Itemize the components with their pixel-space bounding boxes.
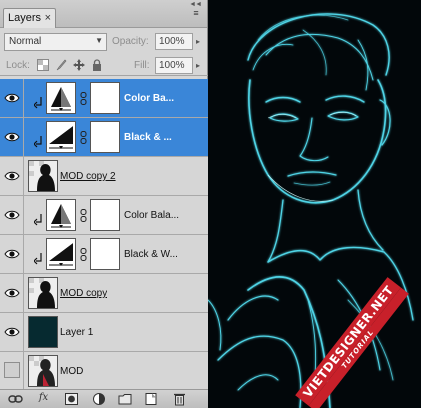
portrait-thumbnail: [28, 355, 58, 387]
opacity-dropdown-icon[interactable]: ▸: [196, 37, 200, 46]
layer-mask-thumbnail: [90, 82, 120, 114]
visibility-slot[interactable]: [0, 196, 24, 234]
color-balance-thumbnail: [46, 82, 76, 114]
layer-name[interactable]: MOD copy 2: [60, 171, 116, 182]
black-white-thumbnail: [46, 238, 76, 270]
mask-link-icon[interactable]: [80, 131, 87, 144]
fill-field[interactable]: 100%: [155, 57, 193, 74]
clipping-arrow-icon: [34, 136, 42, 148]
lock-label: Lock:: [6, 60, 30, 71]
visibility-slot[interactable]: [0, 235, 24, 273]
layer-mask-thumbnail: [90, 199, 120, 231]
layer-name[interactable]: Black & ...: [124, 132, 204, 143]
layer-row[interactable]: Black & W...: [0, 235, 208, 274]
opacity-label: Opacity:: [112, 36, 149, 47]
fx-icon[interactable]: fx: [36, 392, 51, 406]
layer-name[interactable]: MOD copy: [60, 288, 107, 299]
clipping-arrow-icon: [34, 97, 42, 109]
document-canvas: VIETDESIGNER.NET TUTORIAL: [208, 0, 421, 408]
clipping-arrow-icon: [34, 253, 42, 265]
lock-pixels-brush-icon[interactable]: [55, 59, 67, 71]
trash-icon[interactable]: [172, 392, 187, 406]
solid-fill-thumbnail: [28, 316, 58, 348]
blend-options-row: Normal ▼ Opacity: 100% ▸: [0, 30, 208, 52]
fill-value: 100%: [159, 60, 185, 71]
layer-name[interactable]: MOD: [60, 366, 83, 377]
tab-layers[interactable]: Layers ×: [3, 8, 56, 28]
opacity-field[interactable]: 100%: [155, 33, 193, 50]
layers-panel: ◄◄ Layers × ≡ Normal ▼ Opacity: 100% ▸ L…: [0, 0, 208, 408]
visibility-off-box[interactable]: [4, 362, 20, 378]
layer-row[interactable]: Color Bala...: [0, 196, 208, 235]
eye-icon[interactable]: [3, 284, 21, 302]
fill-label: Fill:: [134, 60, 150, 71]
portrait-thumbnail: [28, 277, 58, 309]
clipping-arrow-icon: [34, 214, 42, 226]
eye-icon[interactable]: [3, 128, 21, 146]
add-mask-icon[interactable]: [64, 392, 79, 406]
layer-row[interactable]: Layer 1: [0, 313, 208, 352]
lock-all-icon[interactable]: [91, 59, 103, 71]
folder-icon[interactable]: [118, 392, 133, 406]
adjustment-icon[interactable]: [92, 392, 107, 406]
eye-icon[interactable]: [3, 89, 21, 107]
portrait-thumbnail: [28, 160, 58, 192]
visibility-slot[interactable]: [0, 118, 24, 156]
visibility-slot[interactable]: [0, 79, 24, 117]
tab-layers-label: Layers: [8, 12, 42, 24]
layer-name[interactable]: Black & W...: [124, 249, 204, 260]
visibility-slot[interactable]: [0, 157, 24, 195]
layer-name[interactable]: Color Bala...: [124, 210, 204, 221]
blend-mode-value: Normal: [9, 36, 42, 47]
panel-footer: fx: [0, 389, 208, 408]
layer-name[interactable]: Layer 1: [60, 327, 93, 338]
visibility-slot[interactable]: [0, 274, 24, 312]
layer-row[interactable]: Color Ba...: [0, 79, 208, 118]
new-layer-icon[interactable]: [144, 392, 159, 406]
mask-link-icon[interactable]: [80, 248, 87, 261]
eye-icon[interactable]: [3, 323, 21, 341]
opacity-value: 100%: [159, 36, 185, 47]
glowing-portrait-image: [208, 0, 421, 408]
layer-name[interactable]: Color Ba...: [124, 93, 204, 104]
eye-icon[interactable]: [3, 167, 21, 185]
panel-menu-icon[interactable]: ≡: [189, 8, 203, 20]
panel-tab-bar: ◄◄ Layers × ≡: [0, 0, 207, 28]
link-icon[interactable]: [8, 392, 23, 406]
layer-row[interactable]: Black & ...: [0, 118, 208, 157]
fill-dropdown-icon[interactable]: ▸: [196, 61, 200, 70]
lock-transparency-icon[interactable]: [37, 59, 49, 71]
layers-list: Color Ba... Black & ... MOD copy 2 Color…: [0, 79, 208, 391]
visibility-slot[interactable]: [0, 313, 24, 351]
visibility-slot[interactable]: [0, 352, 24, 390]
blend-mode-select[interactable]: Normal ▼: [4, 33, 107, 51]
layer-row[interactable]: MOD: [0, 352, 208, 391]
eye-icon[interactable]: [3, 245, 21, 263]
layer-row[interactable]: MOD copy: [0, 274, 208, 313]
layer-mask-thumbnail: [90, 121, 120, 153]
eye-icon[interactable]: [3, 206, 21, 224]
black-white-thumbnail: [46, 121, 76, 153]
color-balance-thumbnail: [46, 199, 76, 231]
lock-position-move-icon[interactable]: [73, 59, 85, 71]
lock-row: Lock: Fill: 100% ▸: [0, 56, 208, 76]
mask-link-icon[interactable]: [80, 209, 87, 222]
layer-mask-thumbnail: [90, 238, 120, 270]
chevron-down-icon: ▼: [95, 36, 103, 45]
layer-row[interactable]: MOD copy 2: [0, 157, 208, 196]
collapse-panel-button[interactable]: ◄◄: [189, 1, 202, 8]
mask-link-icon[interactable]: [80, 92, 87, 105]
close-tab-icon[interactable]: ×: [45, 12, 51, 24]
